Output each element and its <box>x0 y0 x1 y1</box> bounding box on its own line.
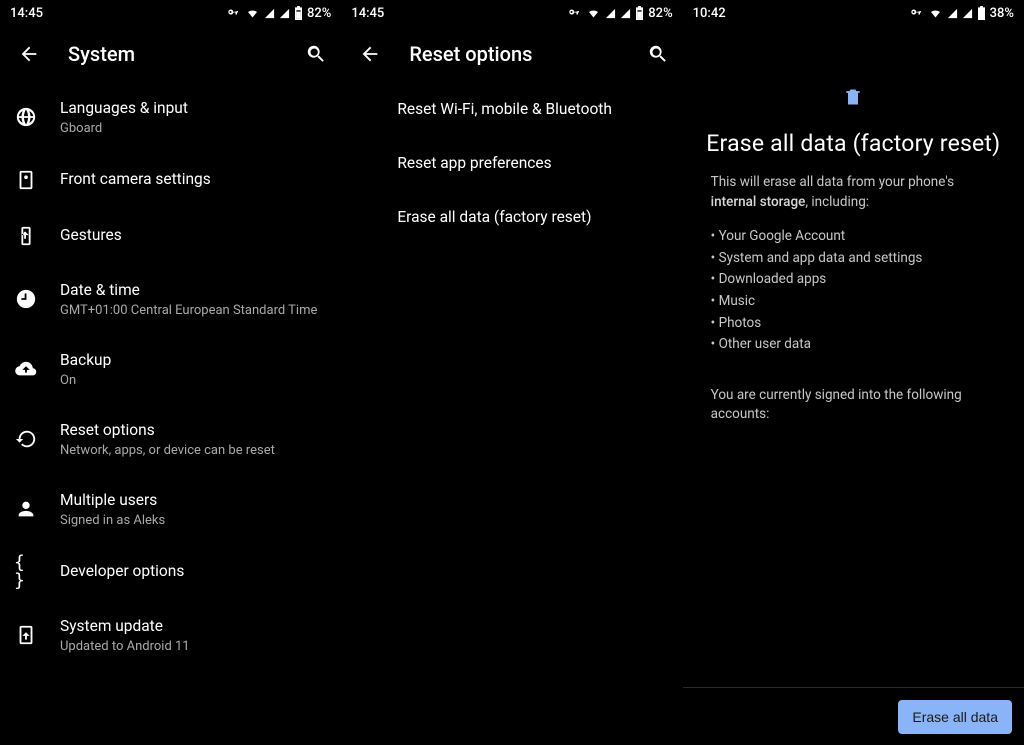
trash-icon <box>843 86 863 112</box>
screen-reset-options: 14:45 82% Reset options Reset Wi-Fi, mob… <box>341 0 682 745</box>
signal-icon <box>947 8 958 19</box>
erase-bullet: • System and app data and settings <box>711 248 996 270</box>
status-bar: 10:42 38% <box>683 0 1024 26</box>
reset-item-erase-all-data[interactable]: Erase all data (factory reset) <box>381 190 682 244</box>
status-battery-pct: 82% <box>307 6 331 21</box>
battery-icon <box>635 6 644 20</box>
user-icon <box>14 497 38 521</box>
vpn-key-icon <box>225 7 241 19</box>
status-time: 10:42 <box>693 6 726 21</box>
erase-all-data-button[interactable]: Erase all data <box>898 700 1012 734</box>
erase-bullet: • Other user data <box>711 334 996 356</box>
item-sub: On <box>60 373 111 388</box>
app-bar: Reset options <box>341 26 682 82</box>
update-icon <box>14 623 38 647</box>
settings-item-backup[interactable]: Backup On <box>0 334 341 404</box>
settings-item-multiple-users[interactable]: Multiple users Signed in as Aleks <box>0 474 341 544</box>
gesture-icon <box>14 224 38 248</box>
signal-icon-2 <box>620 8 631 19</box>
settings-item-date-time[interactable]: Date & time GMT+01:00 Central European S… <box>0 264 341 334</box>
item-title: Multiple users <box>60 490 165 511</box>
status-right: 82% <box>225 6 331 21</box>
wifi-icon <box>245 7 260 19</box>
item-sub: Network, apps, or device can be reset <box>60 443 275 458</box>
status-bar: 14:45 82% <box>0 0 341 26</box>
status-right: 82% <box>566 6 672 21</box>
back-button[interactable] <box>14 39 44 69</box>
settings-item-reset-options[interactable]: Reset options Network, apps, or device c… <box>0 404 341 474</box>
reset-list: Reset Wi-Fi, mobile & Bluetooth Reset ap… <box>341 82 682 745</box>
app-bar: System <box>0 26 341 82</box>
backup-icon <box>14 357 38 381</box>
vpn-key-icon <box>908 7 924 19</box>
item-title: Date & time <box>60 280 317 301</box>
erase-content: Erase all data (factory reset) This will… <box>683 26 1024 745</box>
item-title: System update <box>60 616 190 637</box>
status-right: 38% <box>908 6 1014 21</box>
item-title: Reset options <box>60 420 275 441</box>
search-button[interactable] <box>301 39 331 69</box>
signal-icon-2 <box>279 8 290 19</box>
erase-accounts-note: You are currently signed into the follow… <box>703 386 1004 425</box>
battery-icon <box>294 6 303 20</box>
erase-bullet: • Photos <box>711 313 996 335</box>
settings-item-languages[interactable]: Languages & input Gboard <box>0 82 341 152</box>
erase-bullet: • Your Google Account <box>711 226 996 248</box>
search-button[interactable] <box>643 39 673 69</box>
settings-item-system-update[interactable]: System update Updated to Android 11 <box>0 600 341 670</box>
braces-icon: { } <box>14 560 38 584</box>
wifi-icon <box>928 7 943 19</box>
item-title: Gestures <box>60 225 122 246</box>
battery-icon <box>977 6 986 20</box>
signal-icon <box>605 8 616 19</box>
reset-icon <box>14 427 38 451</box>
erase-intro-bold: internal storage <box>711 194 806 210</box>
camera-icon <box>14 168 38 192</box>
erase-title: Erase all data (factory reset) <box>703 130 1004 157</box>
item-title: Front camera settings <box>60 169 211 190</box>
erase-intro: This will erase all data from your phone… <box>703 173 1004 212</box>
item-title: Developer options <box>60 561 184 582</box>
screen-system: 14:45 82% <box>0 0 341 745</box>
erase-intro-prefix: This will erase all data from your phone… <box>711 174 954 190</box>
erase-bullet-list: • Your Google Account • System and app d… <box>703 226 1004 356</box>
wifi-icon <box>586 7 601 19</box>
item-title: Languages & input <box>60 98 188 119</box>
settings-list: Languages & input Gboard Front camera se… <box>0 82 341 745</box>
reset-item-app-preferences[interactable]: Reset app preferences <box>381 136 682 190</box>
status-time: 14:45 <box>351 6 384 21</box>
item-sub: Updated to Android 11 <box>60 639 190 654</box>
signal-icon <box>264 8 275 19</box>
back-button[interactable] <box>355 39 385 69</box>
page-title: Reset options <box>409 42 532 66</box>
signal-icon-2 <box>962 8 973 19</box>
settings-item-developer-options[interactable]: { } Developer options <box>0 544 341 600</box>
erase-bullet: • Downloaded apps <box>711 269 996 291</box>
erase-intro-suffix: , including: <box>805 194 869 210</box>
erase-bullet: • Music <box>711 291 996 313</box>
status-battery-pct: 82% <box>648 6 672 21</box>
status-bar: 14:45 82% <box>341 0 682 26</box>
globe-icon <box>14 105 38 129</box>
vpn-key-icon <box>566 7 582 19</box>
clock-icon <box>14 287 38 311</box>
settings-item-gestures[interactable]: Gestures <box>0 208 341 264</box>
item-sub: Signed in as Aleks <box>60 513 165 528</box>
settings-item-front-camera[interactable]: Front camera settings <box>0 152 341 208</box>
item-title: Backup <box>60 350 111 371</box>
page-title: System <box>68 42 135 66</box>
status-battery-pct: 38% <box>990 6 1014 21</box>
item-sub: GMT+01:00 Central European Standard Time <box>60 303 317 318</box>
status-time: 14:45 <box>10 6 43 21</box>
item-sub: Gboard <box>60 121 188 136</box>
reset-item-wifi-mobile-bt[interactable]: Reset Wi-Fi, mobile & Bluetooth <box>381 82 682 136</box>
footer-bar: Erase all data <box>683 687 1024 745</box>
screen-erase-all-data: 10:42 38% Erase all data (factory reset)… <box>683 0 1024 745</box>
